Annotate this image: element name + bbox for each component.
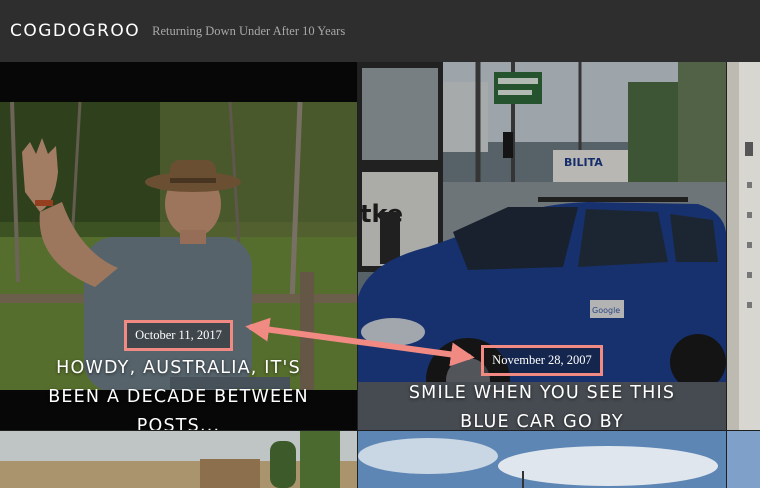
post-photo-sky	[358, 431, 726, 488]
post-photo-partial-row2	[727, 431, 760, 488]
post-card-partial[interactable]	[727, 62, 760, 430]
post-title-link[interactable]: HOWDY, AUSTRALIA, IT'S BEEN A DECADE BET…	[0, 354, 357, 430]
post-title-line: BEEN A DECADE BETWEEN	[48, 387, 309, 407]
post-date-highlighted[interactable]: October 11, 2017	[124, 320, 233, 351]
post-photo-cactus	[0, 431, 357, 488]
post-title-line: HOWDY, AUSTRALIA, IT'S	[56, 358, 301, 378]
site-title-link[interactable]: COGDOGROO	[10, 21, 140, 41]
post-photo-partial	[727, 62, 760, 430]
site-tagline: Returning Down Under After 10 Years	[152, 23, 346, 38]
post-title-line: BLUE CAR GO BY	[460, 412, 624, 430]
post-meta: November 28, 2007 SMILE WHEN YOU SEE THI…	[358, 345, 726, 430]
post-card-row2-left[interactable]	[0, 431, 357, 488]
post-date-highlighted[interactable]: November 28, 2007	[481, 345, 603, 376]
post-meta: October 11, 2017 HOWDY, AUSTRALIA, IT'S …	[0, 320, 357, 430]
post-grid: October 11, 2017 HOWDY, AUSTRALIA, IT'S …	[0, 62, 760, 488]
post-card-row2-middle[interactable]	[358, 431, 726, 488]
site-header: COGDOGROO Returning Down Under After 10 …	[0, 0, 760, 62]
post-title-line: POSTS...	[136, 416, 221, 430]
post-card-blue-car[interactable]: tke BILITA Google	[358, 62, 726, 430]
post-card-row2-right[interactable]	[727, 431, 760, 488]
post-card-howdy-australia[interactable]: October 11, 2017 HOWDY, AUSTRALIA, IT'S …	[0, 62, 357, 430]
post-title-link[interactable]: SMILE WHEN YOU SEE THIS BLUE CAR GO BY	[358, 379, 726, 430]
post-title-line: SMILE WHEN YOU SEE THIS	[408, 383, 676, 403]
